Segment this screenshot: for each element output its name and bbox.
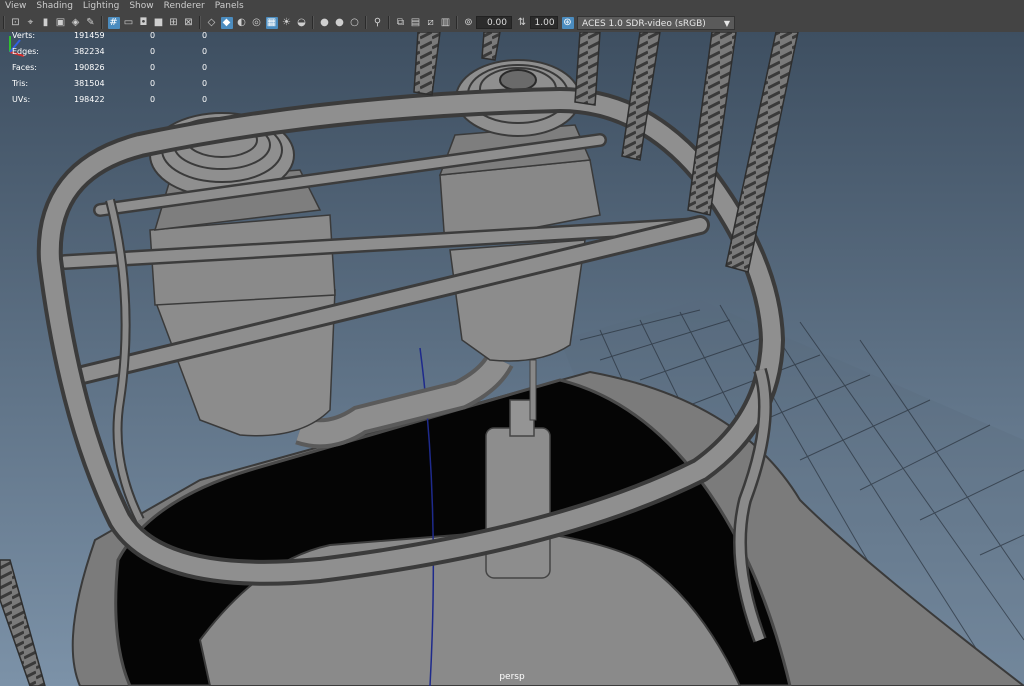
menu-panels[interactable]: Panels: [210, 0, 249, 13]
toolbar-divider: [199, 16, 201, 29]
hud-label: Faces:: [12, 63, 37, 72]
safe-action-icon[interactable]: ⊠: [183, 17, 195, 29]
hud-value: 191459: [74, 31, 105, 40]
menu-lighting[interactable]: Lighting: [78, 0, 124, 13]
3d-viewport[interactable]: [0, 32, 1024, 686]
hud-value: 0: [150, 47, 156, 56]
view-transform-value: ACES 1.0 SDR-video (sRGB): [582, 18, 706, 29]
hud-value: 0: [150, 79, 156, 88]
xray-active-icon[interactable]: ▤: [410, 17, 422, 29]
hud-value: 381504: [74, 79, 105, 88]
film-gate-icon[interactable]: ▭: [123, 17, 135, 29]
gate-mask-icon[interactable]: ■: [153, 17, 165, 29]
hud-value: 0: [150, 31, 156, 40]
hud-value: 198422: [74, 95, 105, 104]
hud-value: 0: [202, 47, 208, 56]
hud-label: Tris:: [12, 79, 29, 88]
textured-icon[interactable]: ◎: [251, 17, 263, 29]
hud-value: 0: [202, 95, 208, 104]
depth-of-field-icon[interactable]: ○: [349, 17, 361, 29]
camera-select-icon[interactable]: ⊡: [10, 17, 22, 29]
xray-icon[interactable]: ✎: [85, 17, 97, 29]
toolbar-divider: [456, 16, 458, 29]
exposure-field[interactable]: 0.00: [476, 16, 512, 29]
backface-icon[interactable]: ⧄: [425, 17, 437, 29]
toolbar-divider: [388, 16, 390, 29]
motion-blur-icon[interactable]: ●: [319, 17, 331, 29]
lights-icon[interactable]: ▦: [265, 16, 278, 29]
hud-value: 190826: [74, 63, 105, 72]
toolbar-divider: [101, 16, 103, 29]
menu-shading[interactable]: Shading: [31, 0, 78, 13]
bookmark-icon[interactable]: ▮: [40, 17, 52, 29]
hud-value: 0: [202, 63, 208, 72]
toolbar-divider: [365, 16, 367, 29]
shadows-icon[interactable]: ☀: [281, 17, 293, 29]
viewport-render: [0, 32, 1024, 686]
exposure-icon[interactable]: ⊚: [463, 17, 475, 29]
panel-toolbar: ⊡ ⌖ ▮ ▣ ◈ ✎ # ▭ ◘ ■ ⊞ ⊠ ◇ ◆ ◐ ◎ ▦ ☀ ◒ ● …: [0, 13, 1024, 33]
camera-name-label: persp: [499, 672, 525, 682]
isolate-select-icon[interactable]: ⚲: [372, 17, 384, 29]
menu-view[interactable]: View: [0, 0, 31, 13]
hud-value: 0: [150, 63, 156, 72]
menu-show[interactable]: Show: [124, 0, 158, 13]
gamma-field[interactable]: 1.00: [529, 16, 558, 29]
smooth-shade-icon[interactable]: ◆: [220, 16, 233, 29]
panel-menu-bar: View Shading Lighting Show Renderer Pane…: [0, 0, 1024, 13]
ambient-occlusion-icon[interactable]: ◒: [296, 17, 308, 29]
color-management-icon[interactable]: ⊛: [561, 16, 574, 29]
hud-label: Edges:: [12, 47, 39, 56]
hud-label: Verts:: [12, 31, 36, 40]
texture-icon[interactable]: ▥: [440, 17, 452, 29]
isolate-icon[interactable]: ◈: [70, 17, 82, 29]
toolbar-divider: [312, 16, 314, 29]
wireframe-icon[interactable]: ◇: [206, 17, 218, 29]
anti-alias-icon[interactable]: ●: [334, 17, 346, 29]
hud-value: 0: [202, 31, 208, 40]
hud-value: 0: [202, 79, 208, 88]
default-material-icon[interactable]: ◐: [236, 17, 248, 29]
field-chart-icon[interactable]: ⊞: [168, 17, 180, 29]
camera-attributes-icon[interactable]: ⌖: [25, 17, 37, 29]
toolbar-divider: [3, 16, 5, 29]
menu-renderer[interactable]: Renderer: [159, 0, 210, 13]
hud-label: UVs:: [12, 95, 31, 104]
hud-value: 382234: [74, 47, 105, 56]
resolution-gate-icon[interactable]: ◘: [138, 17, 150, 29]
view-transform-dropdown[interactable]: ACES 1.0 SDR-video (sRGB) ▼: [577, 15, 735, 30]
hud-value: 0: [150, 95, 156, 104]
xray-joints-icon[interactable]: ⧉: [395, 17, 407, 29]
image-plane-icon[interactable]: ▣: [55, 17, 67, 29]
grid-icon[interactable]: #: [107, 16, 120, 29]
gamma-icon[interactable]: ⇅: [516, 17, 528, 29]
chevron-down-icon: ▼: [723, 18, 730, 28]
